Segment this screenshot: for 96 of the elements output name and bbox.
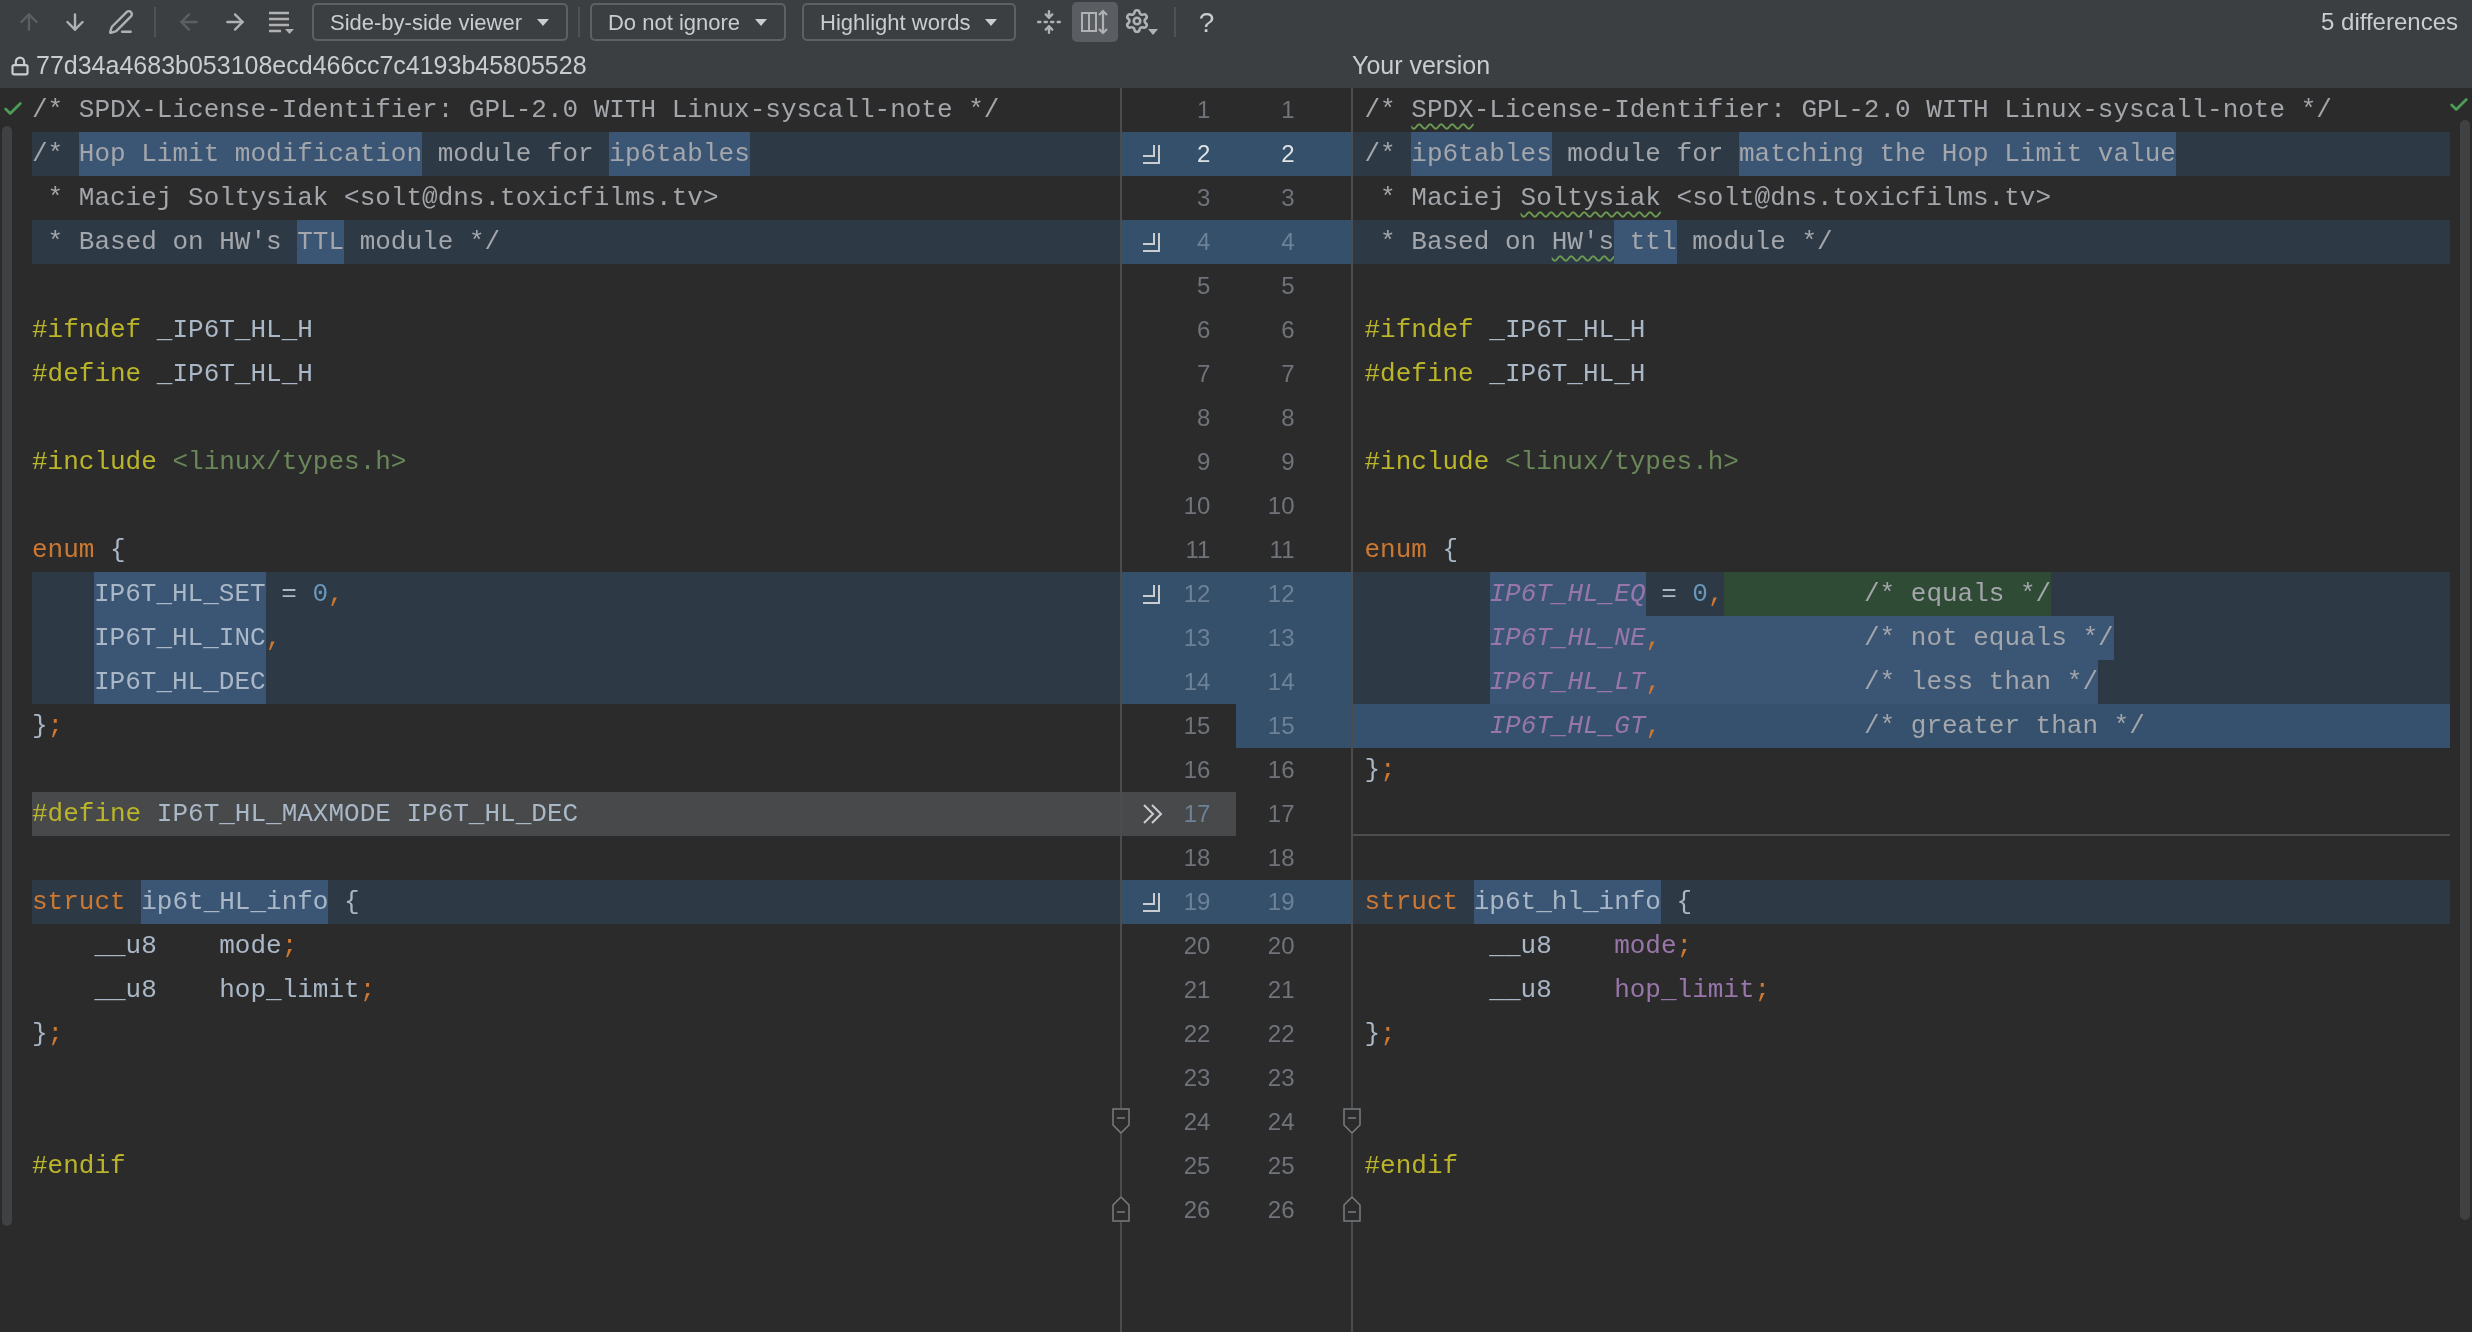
line-number: 2 bbox=[1281, 139, 1295, 169]
code-line: }; bbox=[32, 710, 65, 743]
scrollbar[interactable] bbox=[2, 126, 12, 1226]
fold-icon[interactable] bbox=[1110, 1108, 1131, 1134]
line-number: 7 bbox=[1281, 359, 1295, 389]
line-number: 17 bbox=[1267, 799, 1295, 829]
dropdown[interactable]: Side-by-side viewer bbox=[312, 3, 568, 41]
line-number: 12 bbox=[1267, 579, 1295, 609]
line-number: 16 bbox=[1267, 755, 1295, 785]
code-line: /* SPDX-License-Identifier: GPL-2.0 WITH Linux-syscall-note */ bbox=[1363, 94, 2333, 127]
code-line: /* SPDX-License-Identifier: GPL-2.0 WITH Linux-syscall-note */ bbox=[32, 94, 1001, 127]
line-number: 3 bbox=[1197, 183, 1211, 213]
line-number: 5 bbox=[1197, 271, 1211, 301]
code-line: }; bbox=[32, 1018, 65, 1051]
line-number: 2 bbox=[1197, 139, 1211, 169]
line-number: 22 bbox=[1183, 1019, 1211, 1049]
caret-icon bbox=[984, 17, 999, 27]
line-number: 24 bbox=[1183, 1107, 1211, 1137]
line-number: 16 bbox=[1183, 755, 1211, 785]
code-line: enum { bbox=[1363, 534, 1460, 567]
line-number: 11 bbox=[1185, 535, 1211, 565]
caret-icon bbox=[754, 17, 769, 27]
line-number: 6 bbox=[1197, 315, 1211, 345]
code-line: #define _IP6T_HL_H bbox=[1363, 358, 1647, 391]
version-title: Your version bbox=[1352, 50, 1491, 82]
line-number: 23 bbox=[1183, 1063, 1211, 1093]
code-line: __u8 mode; bbox=[1488, 930, 1694, 963]
line-number: 9 bbox=[1197, 447, 1211, 477]
line-number: 19 bbox=[1267, 887, 1295, 917]
line-number: 10 bbox=[1267, 491, 1295, 521]
line-number: 15 bbox=[1267, 711, 1295, 741]
code-line: }; bbox=[1363, 1018, 1397, 1051]
line-number: 5 bbox=[1281, 271, 1295, 301]
line-number: 21 bbox=[1267, 975, 1295, 1005]
line-number: 1 bbox=[1281, 95, 1295, 125]
line-number: 4 bbox=[1281, 227, 1295, 257]
line-number: 13 bbox=[1183, 623, 1211, 653]
code-line: __u8 hop_limit; bbox=[1488, 974, 1772, 1007]
line-number: 19 bbox=[1183, 887, 1211, 917]
collapse-icon bbox=[1036, 9, 1063, 35]
fold-icon[interactable] bbox=[1341, 1196, 1362, 1222]
line-number: 13 bbox=[1267, 623, 1295, 653]
line-number: 9 bbox=[1281, 447, 1295, 477]
pencil-icon bbox=[108, 9, 134, 35]
line-number: 23 bbox=[1267, 1063, 1295, 1093]
code-line: #include <linux/types.h> bbox=[1363, 446, 1740, 479]
line-number: 14 bbox=[1183, 667, 1211, 697]
line-number: 14 bbox=[1267, 667, 1295, 697]
code-line: __u8 hop_limit; bbox=[93, 974, 377, 1007]
line-number: 8 bbox=[1281, 403, 1295, 433]
file-revision: 77d34a4683b053108ecd466cc7c4193b45805528 bbox=[36, 50, 587, 82]
line-number: 18 bbox=[1183, 843, 1211, 873]
line-number: 7 bbox=[1197, 359, 1211, 389]
line-number: 6 bbox=[1281, 315, 1295, 345]
dropdown[interactable]: Highlight words bbox=[802, 3, 1017, 41]
line-number: 22 bbox=[1267, 1019, 1295, 1049]
dropdown[interactable]: Do not ignore bbox=[589, 3, 787, 41]
scrollbar[interactable] bbox=[2460, 120, 2470, 1220]
line-number: 25 bbox=[1267, 1151, 1295, 1181]
line-number: 1 bbox=[1197, 95, 1211, 125]
fold-icon[interactable] bbox=[1341, 1108, 1362, 1134]
line-number: 26 bbox=[1183, 1195, 1211, 1225]
toolbar-button[interactable] bbox=[1072, 2, 1119, 42]
code-line: #include <linux/types.h> bbox=[32, 446, 408, 479]
code-line: #ifndef _IP6T_HL_H bbox=[32, 314, 314, 347]
code-line: #define _IP6T_HL_H bbox=[32, 358, 314, 391]
line-number: 10 bbox=[1183, 491, 1211, 521]
line-number: 11 bbox=[1269, 535, 1295, 565]
caret-icon bbox=[535, 17, 550, 27]
line-number: 4 bbox=[1197, 227, 1211, 257]
line-number: 17 bbox=[1183, 799, 1211, 829]
code-line: * Maciej Soltysiak <solt@dns.toxicfilms.tv> bbox=[1379, 182, 2053, 215]
line-number: 12 bbox=[1183, 579, 1211, 609]
help-button[interactable]: ? bbox=[1186, 2, 1227, 42]
code-line: #endif bbox=[1363, 1150, 1460, 1183]
fold-icon[interactable] bbox=[1110, 1196, 1131, 1222]
line-number: 3 bbox=[1281, 183, 1295, 213]
columns-icon bbox=[1080, 8, 1111, 36]
settings-icon bbox=[1124, 8, 1159, 36]
code-line: __u8 mode; bbox=[93, 930, 299, 963]
line-number: 20 bbox=[1183, 931, 1211, 961]
line-number: 20 bbox=[1267, 931, 1295, 961]
line-number: 24 bbox=[1267, 1107, 1295, 1137]
lock-icon bbox=[10, 56, 30, 76]
line-number: 21 bbox=[1183, 975, 1211, 1005]
line-number: 25 bbox=[1183, 1151, 1211, 1181]
line-number: 26 bbox=[1267, 1195, 1295, 1225]
code-line: enum { bbox=[32, 534, 127, 567]
line-number: 15 bbox=[1183, 711, 1211, 741]
code-line: }; bbox=[1363, 754, 1397, 787]
differences-count: 5 differences bbox=[2321, 7, 2459, 37]
code-line: * Maciej Soltysiak <solt@dns.toxicfilms.tv> bbox=[46, 182, 720, 215]
line-number: 8 bbox=[1197, 403, 1211, 433]
line-number: 18 bbox=[1267, 843, 1295, 873]
code-line: #endif bbox=[32, 1150, 127, 1183]
code-line: #ifndef _IP6T_HL_H bbox=[1363, 314, 1647, 347]
